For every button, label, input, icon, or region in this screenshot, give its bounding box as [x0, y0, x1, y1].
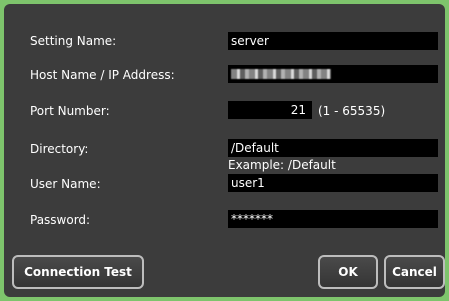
password-label: Password:	[30, 213, 91, 227]
host-field[interactable]	[228, 65, 438, 83]
user-name-field[interactable]: user1	[228, 174, 438, 192]
setting-name-field[interactable]: server	[228, 32, 438, 50]
redacted-host-value	[231, 69, 331, 79]
port-label: Port Number:	[30, 104, 110, 118]
directory-label: Directory:	[30, 142, 89, 156]
ok-button[interactable]: OK	[318, 255, 378, 289]
host-label: Host Name / IP Address:	[30, 68, 175, 82]
user-name-label: User Name:	[30, 177, 101, 191]
port-field[interactable]: 21	[228, 101, 312, 119]
directory-example-hint: Example: /Default	[228, 158, 336, 172]
setting-name-label: Setting Name:	[30, 34, 117, 48]
port-range-text: (1 - 65535)	[318, 104, 386, 118]
connection-test-button[interactable]: Connection Test	[12, 255, 144, 289]
directory-field[interactable]: /Default	[228, 139, 438, 157]
password-field[interactable]: *******	[228, 210, 438, 228]
cancel-button[interactable]: Cancel	[384, 255, 445, 289]
